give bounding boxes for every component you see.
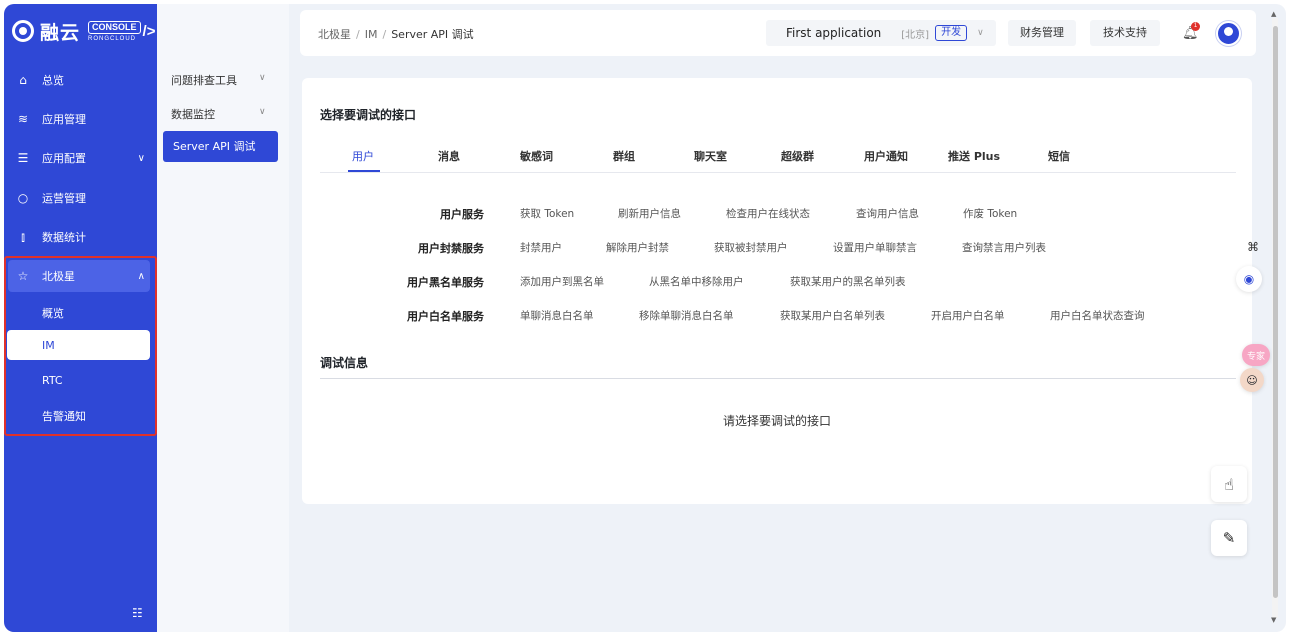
feedback-edit-icon[interactable]: ✎ bbox=[1211, 520, 1247, 556]
api-private-whitelist[interactable]: 单聊消息白名单 bbox=[520, 308, 594, 323]
chevron-down-icon: ∨ bbox=[137, 152, 145, 164]
secondary-menu: 问题排查工具 ∨ 数据监控 ∨ Server API 调试 bbox=[157, 4, 289, 632]
api-whitelist-status[interactable]: 用户白名单状态查询 bbox=[1050, 308, 1145, 323]
shield-icon: ○ bbox=[17, 191, 29, 205]
sliders-icon: ☰ bbox=[17, 151, 29, 165]
notification-badge: 1 bbox=[1191, 22, 1200, 31]
tab-chatroom[interactable]: 聊天室 bbox=[694, 148, 727, 164]
scroll-up-icon[interactable]: ▲ bbox=[1271, 10, 1276, 18]
group-label-user-service: 用户服务 bbox=[440, 208, 484, 221]
avatar[interactable] bbox=[1216, 21, 1241, 46]
api-set-private-mute[interactable]: 设置用户单聊禁言 bbox=[833, 240, 917, 255]
api-remove-from-blacklist[interactable]: 从黑名单中移除用户 bbox=[649, 274, 744, 289]
finance-button[interactable]: 财务管理 bbox=[1008, 20, 1076, 46]
sidebar-item-operations[interactable]: ○ 运营管理 bbox=[4, 182, 157, 214]
submenu-item-monitoring[interactable]: 数据监控 bbox=[171, 106, 215, 122]
grid-apps-icon[interactable]: ⌘ bbox=[1240, 234, 1266, 260]
brand-logo[interactable]: 融云 CONSOLE RONGCLOUD /> bbox=[12, 18, 155, 44]
api-expire-token[interactable]: 作废 Token bbox=[963, 206, 1017, 221]
api-get-whitelist[interactable]: 获取某用户白名单列表 bbox=[780, 308, 885, 323]
api-get-banned-users[interactable]: 获取被封禁用户 bbox=[714, 240, 788, 255]
active-tab-indicator bbox=[348, 170, 380, 172]
bar-chart-icon: ⫾ bbox=[21, 229, 25, 244]
api-remove-private-whitelist[interactable]: 移除单聊消息白名单 bbox=[639, 308, 734, 323]
empty-state-message: 请选择要调试的接口 bbox=[722, 414, 831, 428]
env-badge: 开发 bbox=[935, 25, 968, 41]
api-refresh-user-info[interactable]: 刷新用户信息 bbox=[618, 206, 681, 221]
api-get-blacklist[interactable]: 获取某用户的黑名单列表 bbox=[790, 274, 906, 289]
submenu-item-troubleshooting[interactable]: 问题排查工具 bbox=[171, 72, 237, 88]
api-query-muted-users[interactable]: 查询禁言用户列表 bbox=[962, 240, 1046, 255]
group-label-blacklist-service: 用户黑名单服务 bbox=[407, 276, 484, 289]
app-name: First application bbox=[786, 26, 882, 40]
api-enable-whitelist[interactable]: 开启用户白名单 bbox=[931, 308, 1005, 323]
support-button[interactable]: 技术支持 bbox=[1090, 20, 1160, 46]
console-badge: CONSOLE RONGCLOUD bbox=[88, 20, 141, 42]
api-check-online-status[interactable]: 检查用户在线状态 bbox=[726, 206, 810, 221]
scroll-down-icon[interactable]: ▼ bbox=[1271, 616, 1276, 624]
tab-user-notification[interactable]: 用户通知 bbox=[864, 148, 908, 164]
api-unban-user[interactable]: 解除用户封禁 bbox=[606, 240, 669, 255]
sidebar-item-overview[interactable]: ⌂ 总览 bbox=[4, 64, 157, 96]
breadcrumb-im[interactable]: IM bbox=[365, 28, 378, 41]
select-api-title: 选择要调试的接口 bbox=[320, 108, 417, 122]
breadcrumb-current: Server API 调试 bbox=[391, 28, 474, 41]
tab-sensitive-words[interactable]: 敏感词 bbox=[520, 148, 553, 164]
primary-sidebar: 融云 CONSOLE RONGCLOUD /> ⌂ 总览 ≋ 应用管理 ☰ 应用… bbox=[4, 4, 157, 632]
expert-chat-bubble[interactable]: 专家 bbox=[1242, 344, 1270, 366]
brand-name: 融云 bbox=[40, 21, 81, 44]
breadcrumb-polaris[interactable]: 北极星 bbox=[318, 28, 351, 41]
app-region: [北京] bbox=[901, 29, 930, 41]
tab-group[interactable]: 群组 bbox=[613, 148, 635, 164]
top-header: 北极星 / IM / Server API 调试 First application [… bbox=[300, 10, 1256, 56]
tab-user[interactable]: 用户 bbox=[352, 148, 374, 164]
home-icon: ⌂ bbox=[19, 73, 27, 87]
annotation-highlight-box bbox=[4, 256, 157, 436]
chevron-down-icon: ∨ bbox=[259, 107, 266, 117]
api-add-to-blacklist[interactable]: 添加用户到黑名单 bbox=[520, 274, 604, 289]
breadcrumb: 北极星 / IM / Server API 调试 bbox=[318, 28, 474, 41]
group-label-ban-service: 用户封禁服务 bbox=[418, 242, 484, 255]
sidebar-item-app-config[interactable]: ☰ 应用配置 ∨ bbox=[4, 142, 157, 174]
group-label-whitelist-service: 用户白名单服务 bbox=[407, 310, 484, 323]
app-window: 融云 CONSOLE RONGCLOUD /> ⌂ 总览 ≋ 应用管理 ☰ 应用… bbox=[4, 4, 1286, 632]
bot-chat-icon[interactable]: ◉ bbox=[1236, 266, 1262, 292]
layers-icon: ≋ bbox=[17, 112, 29, 126]
rongcloud-logo-icon bbox=[12, 20, 34, 42]
submenu-item-server-api-debug[interactable]: Server API 调试 bbox=[163, 131, 278, 162]
api-debug-card: 选择要调试的接口 用户 消息 敏感词 群组 聊天室 超级群 用户通知 推送 Pl… bbox=[302, 78, 1252, 504]
tab-push-plus[interactable]: 推送 Plus bbox=[948, 148, 1000, 164]
chevron-down-icon: ∨ bbox=[259, 73, 266, 83]
debug-info-title: 调试信息 bbox=[320, 356, 369, 370]
debug-divider bbox=[320, 378, 1236, 379]
app-selector[interactable]: First application [北京] 开发 ∨ bbox=[766, 20, 996, 46]
support-agent-avatar[interactable]: ☺ bbox=[1240, 368, 1264, 392]
chevron-down-icon: ∨ bbox=[977, 28, 984, 38]
sidebar-item-statistics[interactable]: ⫾ 数据统计 bbox=[4, 221, 157, 253]
tab-ultra-group[interactable]: 超级群 bbox=[781, 148, 814, 164]
collapse-sidebar-icon[interactable]: ☷ bbox=[132, 606, 143, 620]
api-ban-user[interactable]: 封禁用户 bbox=[520, 240, 562, 255]
sidebar-item-app-management[interactable]: ≋ 应用管理 bbox=[4, 103, 157, 135]
scrollbar-thumb[interactable] bbox=[1273, 26, 1278, 598]
api-query-user-info[interactable]: 查询用户信息 bbox=[856, 206, 919, 221]
tab-sms[interactable]: 短信 bbox=[1048, 148, 1070, 164]
tab-message[interactable]: 消息 bbox=[438, 148, 460, 164]
touch-gesture-icon[interactable]: ☝ bbox=[1211, 466, 1247, 502]
tabs-divider bbox=[320, 172, 1236, 173]
api-get-token[interactable]: 获取 Token bbox=[520, 206, 574, 221]
